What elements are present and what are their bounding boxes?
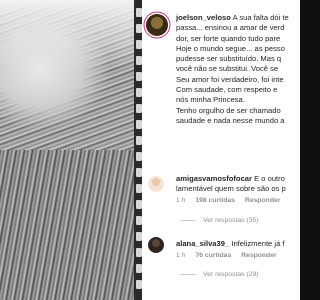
caption-line: Hoje o mundo segue... as pesso (176, 43, 285, 53)
comment-meta: 1 h 198 curtidas Responder (176, 197, 288, 204)
comments-panel: joelson_veloso A sua falta dói te passa.… (142, 0, 300, 300)
caption-line: Com saudade, com respeito e (176, 85, 278, 95)
comment-likes[interactable]: 76 curtidas (195, 252, 231, 259)
comment-likes[interactable]: 198 curtidas (195, 197, 235, 204)
caption-line: nós minha Princesa. (176, 95, 245, 105)
caption-line: dor, ser forte quando tudo pare (176, 33, 281, 43)
caption-line: você não se substitui. Você se (176, 64, 279, 74)
replies-divider (180, 273, 196, 275)
comment-time: 1 h (176, 197, 186, 204)
commenter-avatar[interactable] (148, 176, 164, 192)
caption-line: passa... ensinou a amar de verd (176, 23, 285, 33)
comment-text: amigasvamosfofocar E o outro lamentável … (176, 174, 286, 194)
photo-hair-area (0, 150, 136, 300)
commenter-username[interactable]: amigasvamosfofocar (176, 174, 252, 183)
photo-border-strip (134, 0, 142, 300)
view-replies-link[interactable]: Ver respostas (35) (180, 217, 259, 224)
caption-line: pudesse ser substituído. Mas q (176, 54, 282, 64)
commenter-username[interactable]: alana_silva39_ (176, 239, 229, 248)
caption-line: Seu amor foi verdadeiro, foi inte (176, 74, 284, 84)
caption-line: A sua falta dói te (232, 13, 289, 22)
comment-text: alana_silva39_ Infelizmente já f (176, 239, 285, 248)
post-author-avatar[interactable] (146, 14, 168, 36)
reply-button[interactable]: Responder (241, 252, 277, 259)
reply-button[interactable]: Responder (245, 197, 281, 204)
commenter-avatar[interactable] (148, 237, 164, 253)
comment-time: 1 h (176, 252, 186, 259)
caption-line: Tenho orgulho de ser chamado (176, 105, 281, 115)
view-replies-link[interactable]: Ver respostas (29) (180, 271, 259, 278)
comment-meta: 1 h 76 curtidas Responder (176, 252, 285, 259)
post-photo[interactable] (0, 0, 136, 300)
post-author-username[interactable]: joelson_veloso (176, 13, 231, 22)
replies-divider (180, 219, 196, 221)
post-caption: joelson_veloso A sua falta dói te passa.… (176, 13, 300, 126)
photo-highlight (0, 0, 136, 70)
post-image-frame (0, 0, 142, 300)
caption-line: saudade e nada nesse mundo a (176, 115, 285, 125)
